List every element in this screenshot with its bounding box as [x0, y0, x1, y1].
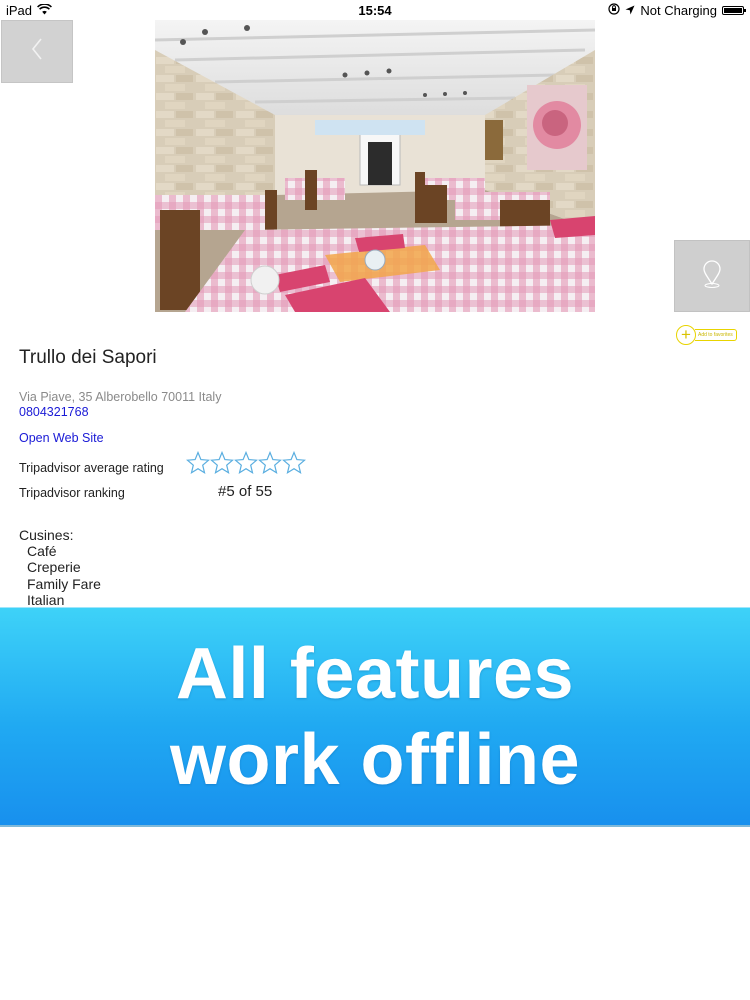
star-icon — [234, 451, 258, 474]
restaurant-phone-link[interactable]: 0804321768 — [19, 405, 89, 419]
cuisine-item: Creperie — [27, 559, 81, 576]
banner-line-1: All features — [175, 633, 575, 714]
battery-icon — [722, 6, 746, 15]
ranking-value: #5 of 55 — [218, 483, 273, 500]
cuisine-list: Café Creperie Family Fare Italian — [27, 543, 101, 608]
location-arrow-icon — [625, 3, 635, 18]
open-website-link[interactable]: Open Web Site — [19, 431, 104, 445]
cuisine-item: Café — [27, 543, 57, 559]
orientation-lock-icon — [608, 3, 620, 18]
cuisine-item: Family Fare — [27, 575, 101, 592]
map-pin-icon — [701, 259, 723, 294]
banner-line-2: work offline — [169, 719, 580, 800]
star-icon — [210, 451, 234, 474]
restaurant-address: Via Piave, 35 Alberobello 70011 Italy — [19, 390, 222, 404]
chevron-left-icon — [30, 37, 44, 66]
add-favorite-label: Add to favorites — [695, 329, 737, 341]
map-button[interactable] — [674, 240, 750, 312]
back-button[interactable] — [1, 20, 73, 83]
plus-icon: + — [676, 325, 696, 345]
star-icon — [282, 451, 306, 474]
cuisines-label: Cusines: — [19, 527, 74, 543]
promo-banner: All features work offline — [0, 607, 750, 827]
ranking-label: Tripadvisor ranking — [19, 486, 125, 500]
star-icon — [258, 451, 282, 474]
status-bar: iPad 15:54 Not Charging — [0, 0, 750, 20]
cuisine-item: Italian — [27, 591, 65, 608]
rating-label: Tripadvisor average rating — [19, 461, 164, 475]
rating-stars — [186, 451, 306, 475]
add-favorite-button[interactable]: + Add to favorites — [676, 324, 750, 346]
charging-status: Not Charging — [640, 3, 717, 18]
restaurant-photo — [155, 20, 595, 312]
star-icon — [186, 451, 210, 474]
restaurant-name: Trullo dei Sapori — [19, 347, 157, 368]
